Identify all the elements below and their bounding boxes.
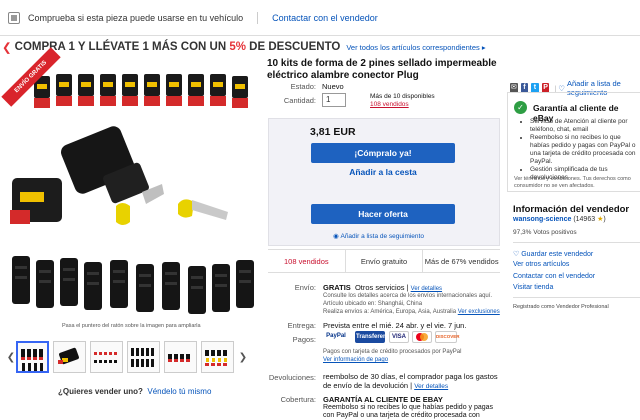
guarantee-list: Servicio de Atención al cliente por telé… [522,118,640,182]
thumb-prev-icon[interactable]: ❮ [6,352,16,363]
returns-value: reembolso de 30 días, el comprador paga … [323,372,498,390]
thumbnail[interactable] [16,341,49,373]
promo-arrow-icon: ❮ [2,42,12,54]
payment-info-link[interactable]: Ver información de pago [323,357,388,365]
buy-box [268,118,500,246]
add-to-cart-button[interactable]: Añadir a la cesta [311,167,455,177]
seller-row: wansong-science (14963 ★) [513,216,606,223]
mastercard-icon [416,333,428,341]
seller-feedback: 97,3% Votos positivos [513,229,577,236]
availability-text: Más de 10 disponibles [370,93,435,100]
guarantee-item: Servicio de Atención al cliente por telé… [530,118,640,134]
other-items-link[interactable]: Ver otros artículos [513,261,569,268]
sell-it-link[interactable]: Véndelo tú mismo [147,387,211,396]
returns-details-link[interactable]: Ver detalles [414,383,448,390]
top-bar: Comprueba si esta pieza puede usarse en … [0,0,640,36]
delivery-label: Entrega: [287,321,316,330]
watchlist-link[interactable]: Añadir a lista de seguimiento [340,233,423,240]
shipping-note-2: Artículo ubicado en: Shanghái, China [323,301,423,307]
shipping-row: GRATIS Otros servicios | Ver detalles [323,283,442,292]
discover-logo: DISCOVER [435,331,460,343]
condition-label: Estado: [290,82,316,91]
visa-logo: VISA [389,331,409,343]
paypal-logo: PayPal [326,333,346,339]
thumbnail-strip: ❮ ❯ [6,336,258,378]
seller-info-title: Información del vendedor [513,204,630,215]
eye-icon: ◉ [333,233,339,240]
save-seller-row[interactable]: ♡ Guardar este vendedor [513,250,593,258]
sold-count-link[interactable]: 108 vendidos [370,101,409,108]
shield-icon: ✓ [514,101,527,114]
main-product-image[interactable]: ENVÍO GRATIS [1,47,258,316]
zoom-caption: Pasa el puntero del ratón sobre la image… [62,323,201,329]
watchlist-link-row[interactable]: ◉ Añadir a lista de seguimiento [333,232,424,240]
stat-percent: Más de 67% vendidos [422,250,500,272]
shipping-note-1: Consulte los detalles acerca de los enví… [323,293,493,299]
bank-transfer-logo: Transferencia [355,331,395,343]
make-offer-button[interactable]: Hacer oferta [311,204,455,224]
divider [513,297,640,298]
quantity-input[interactable]: 1 [322,93,346,107]
seller-score: (14963 [573,216,596,223]
thumbnail[interactable] [164,341,197,373]
thumbnail[interactable] [90,341,123,373]
delivery-value: Prevista entre el mié. 24 abr. y el vie.… [323,321,467,330]
listing-title: 10 kits de forma de 2 pines sellado impe… [267,58,497,81]
star-icon: ★ [597,216,604,223]
price: 3,81 EUR [310,126,356,138]
right-sidebar: ✓ Garantía al cliente de eBay Servicio d… [507,92,640,420]
divider [257,11,259,24]
stat-sold: 108 vendidos [284,257,329,266]
exclusions-link[interactable]: Ver exclusiones [458,309,500,315]
connector-kit-illustration [10,74,254,314]
guarantee-item: Reembolso si no recibes lo que habías pe… [530,134,640,166]
promo-banner: ❮ COMPRA 1 Y LLÉVATE 1 MÁS CON UN 5% DE … [0,38,640,56]
vehicle-check-icon [8,11,20,24]
heart-icon: ♡ [513,251,520,258]
promo-percent: 5% [229,41,246,53]
visit-store-link[interactable]: Visitar tienda [513,284,553,291]
sell-one-prompt: ¿Quieres vender uno? Véndelo tú mismo [58,387,211,396]
compatibility-text[interactable]: Comprueba si esta pieza puede usarse en … [28,13,243,23]
quantity-label: Cantidad: [283,96,316,105]
thumb-next-icon[interactable]: ❯ [238,352,248,363]
stat-shipping: Envío gratuito [344,250,423,272]
coverage-value: GARANTÍA AL CLIENTE DE EBAY [323,395,443,404]
bottom-row-plugs [12,256,254,314]
payments-note: Pagos con tarjeta de crédito procesados … [323,349,462,355]
guarantee-terms-1[interactable]: Ver términos y condiciones. Tus derechos… [514,176,631,183]
thumbnail[interactable] [127,341,160,373]
main-connector [10,126,228,225]
top-row-connectors [34,74,248,108]
coverage-label: Cobertura: [280,395,316,404]
contact-seller-sidebar-link[interactable]: Contactar con el vendedor [513,273,595,280]
registered-seller-text: Registrado como Vendedor Profesional [513,304,609,310]
divider [513,242,640,243]
shipping-note-3: Realiza envíos a: América, Europa, Asia,… [323,309,457,315]
all-items-link[interactable]: Ver todos los artículos correspondientes… [346,43,485,52]
mastercard-logo [412,331,432,343]
condition-value: Nuevo [322,82,344,91]
returns-label: Devoluciones: [268,373,316,382]
shipping-value: GRATIS [323,283,351,292]
shipping-details-link[interactable]: Ver detalles [411,286,442,292]
returns-row: reembolso de 30 días, el comprador paga … [323,372,503,391]
payments-label: Pagos: [292,335,316,344]
promo-headline-part2: DE DESCUENTO [249,41,341,53]
sales-stats: 108 vendidos Envío gratuito Más de 67% v… [268,249,500,273]
shipping-service: Otros servicios | [354,283,409,292]
sell-question: ¿Quieres vender uno? [58,387,143,396]
shipping-note-3-row: Realiza envíos a: América, Europa, Asia,… [323,309,500,317]
buy-now-button[interactable]: ¡Cómpralo ya! [311,143,455,163]
contact-seller-link[interactable]: Contactar con el vendedor [272,13,378,23]
shipping-label: Envío: [294,283,316,292]
coverage-note: Reembolso si no recibes lo que habías pe… [323,404,494,419]
guarantee-terms-2: consumidor no se ven afectados. [514,183,595,189]
thumbnail[interactable] [201,341,234,373]
save-seller-link[interactable]: Guardar este vendedor [521,251,593,258]
guarantee-box: ✓ Garantía al cliente de eBay Servicio d… [507,92,640,192]
seller-name-link[interactable]: wansong-science [513,216,571,223]
thumbnail[interactable] [53,341,86,373]
